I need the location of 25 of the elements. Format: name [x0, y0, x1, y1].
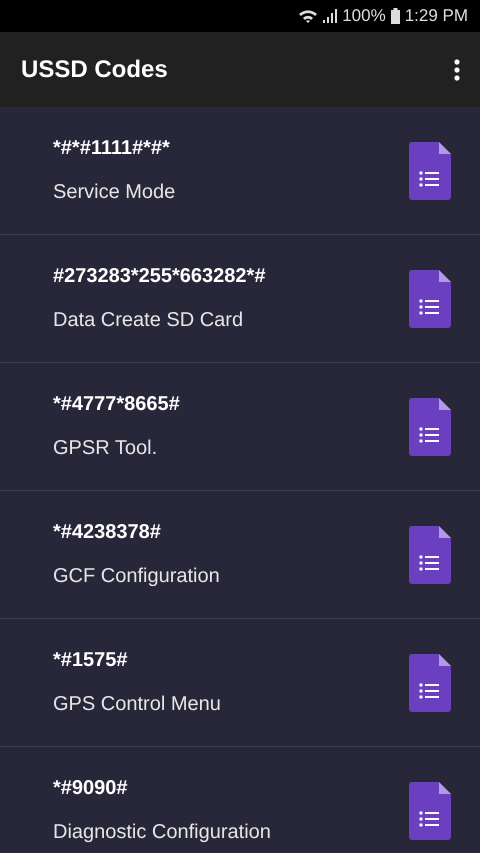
- battery-percent: 100%: [342, 6, 386, 26]
- code-description: Diagnostic Configuration: [53, 821, 272, 844]
- wifi-icon: [298, 8, 318, 24]
- ussd-code: *#4238378#: [53, 521, 162, 544]
- ussd-code: #273283*255*663282*#: [53, 265, 266, 288]
- ussd-code: *#*#1111#*#*: [53, 137, 171, 160]
- list-document-icon[interactable]: [409, 142, 451, 200]
- ussd-code: *#4777*8665#: [53, 393, 181, 416]
- list-document-icon[interactable]: [409, 782, 451, 840]
- vertical-dots-icon: [454, 58, 460, 80]
- code-description: GPS Control Menu: [53, 693, 222, 716]
- code-description: GCF Configuration: [53, 565, 221, 588]
- app-title: USSD Codes: [21, 56, 168, 84]
- code-description: GPSR Tool.: [53, 437, 158, 460]
- battery-icon: [390, 8, 400, 24]
- list-document-icon[interactable]: [409, 654, 451, 712]
- signal-icon: [323, 9, 338, 23]
- list-document-icon[interactable]: [409, 526, 451, 584]
- ussd-code: *#9090#: [53, 777, 129, 800]
- clock-time: 1:29 PM: [404, 6, 468, 26]
- code-description: Service Mode: [53, 181, 176, 204]
- list-document-icon[interactable]: [409, 398, 451, 456]
- list-document-icon[interactable]: [409, 270, 451, 328]
- ussd-code: *#1575#: [53, 649, 129, 672]
- code-description: Data Create SD Card: [53, 309, 244, 332]
